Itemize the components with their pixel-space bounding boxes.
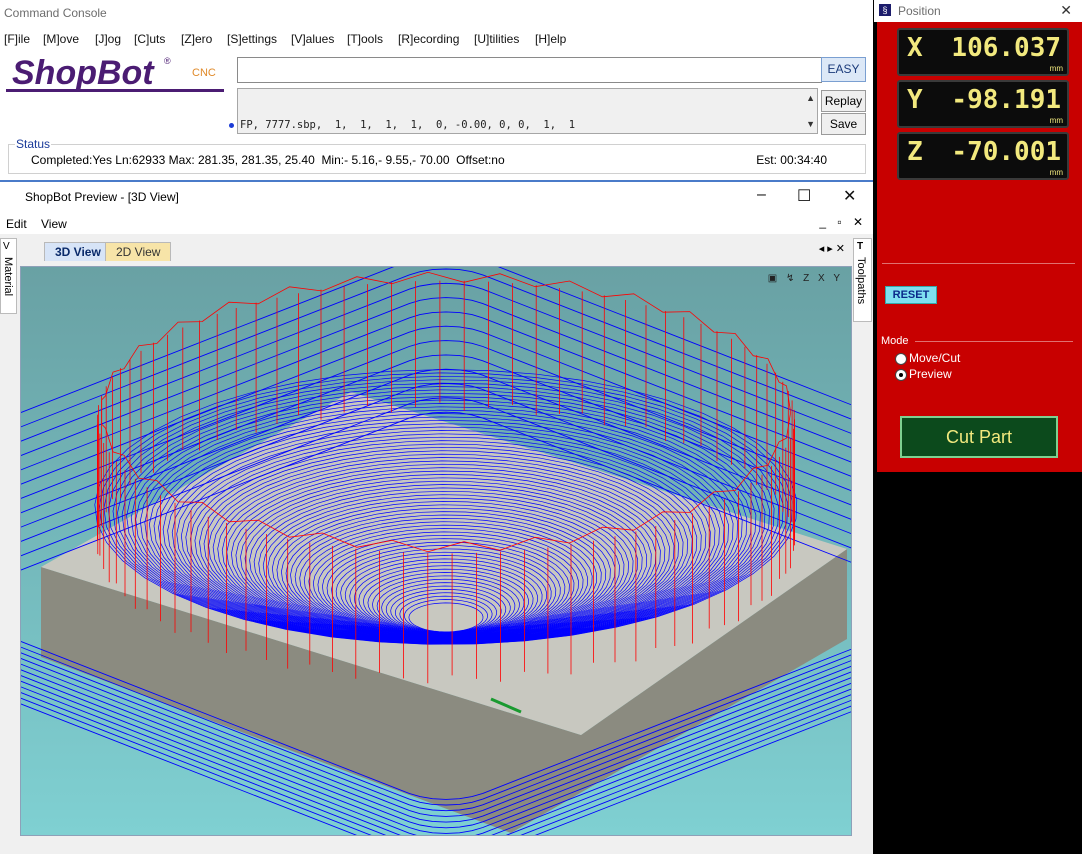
mdi-controls-icon[interactable]: _ ▫ ✕ (819, 215, 867, 229)
status-label: Status (15, 137, 52, 151)
mode-label: Mode (881, 335, 909, 347)
preview-title: ShopBot Preview - [3D View] (25, 190, 179, 204)
command-history[interactable]: FP, 7777.sbp, 1, 1, 1, 1, 0, -0.00, 0, 0… (229, 88, 818, 134)
material-label: Material (2, 257, 14, 297)
menu-edit[interactable]: Edit (6, 217, 27, 231)
tab-2d-view[interactable]: 2D View (105, 242, 172, 261)
position-title: Position (898, 4, 941, 18)
preview-titlebar: ShopBot Preview - [3D View] – ☐ ✕ (0, 182, 873, 212)
logo-registered-mark: ® (164, 56, 171, 66)
mode-move-cut-label[interactable]: Move/Cut (909, 351, 960, 365)
menu-values[interactable]: [V]alues (291, 32, 334, 46)
close-icon[interactable]: ✕ (1060, 2, 1072, 19)
logo-wordmark: ShopBot (12, 54, 155, 92)
menu-move[interactable]: [M]ove (43, 32, 79, 46)
z-readout: Z -70.001 mm (897, 132, 1069, 180)
close-icon[interactable]: ✕ (843, 186, 856, 206)
view-toolbar-icons[interactable]: ▣ ↯ Z X Y (768, 273, 843, 284)
shopbot-logo: ShopBot ® CNC (6, 52, 228, 98)
mode-group-line (915, 341, 1073, 342)
console-title: Command Console (4, 6, 107, 20)
position-panel: X 106.037 mm Y -98.191 mm Z -70.001 mm R… (877, 22, 1082, 472)
easy-button[interactable]: EASY (821, 57, 866, 82)
preview-menubar: Edit View _ ▫ ✕ (0, 212, 873, 234)
menu-recording[interactable]: [R]ecording (398, 32, 459, 46)
x-readout: X 106.037 mm (897, 28, 1069, 76)
material-panel-tab[interactable]: V Material (0, 238, 17, 314)
status-text: Completed:Yes Ln:62933 Max: 281.35, 281.… (31, 153, 505, 167)
scroll-up-icon[interactable]: ▲ (806, 93, 815, 103)
history-line: FP, 7777.sbp, 1, 1, 1, 1, 0, -0.00, 0, 0… (240, 119, 576, 131)
y-value: -98.191 (951, 85, 1061, 115)
mode-move-cut-radio[interactable] (895, 353, 907, 365)
maximize-icon[interactable]: ☐ (797, 186, 811, 206)
menu-settings[interactable]: [S]ettings (227, 32, 277, 46)
save-button[interactable]: Save (821, 113, 866, 135)
reset-button[interactable]: RESET (885, 286, 937, 304)
mode-preview-radio[interactable] (895, 369, 907, 381)
menu-file[interactable]: [F]ile (4, 32, 30, 46)
x-axis-label: X (907, 33, 923, 63)
app-icon: § (879, 4, 891, 16)
menu-utilities[interactable]: [U]tilities (474, 32, 519, 46)
z-unit: mm (1049, 168, 1063, 177)
tab-3d-view[interactable]: 3D View (44, 242, 112, 261)
position-titlebar: § Position ✕ (874, 0, 1082, 22)
command-input[interactable] (237, 57, 822, 83)
view-tabs: 3D View 2D View ◂▸✕ (20, 238, 852, 261)
cut-part-button[interactable]: Cut Part (900, 416, 1058, 458)
position-empty-area (877, 472, 1082, 854)
command-console-window: Command Console [F]ile [M]ove [J]og [C]u… (0, 0, 873, 180)
menu-zero[interactable]: [Z]ero (181, 32, 212, 46)
panel-divider (882, 263, 1075, 264)
logo-cnc: CNC (192, 67, 216, 79)
history-bullet (229, 123, 234, 128)
logo-underline (6, 89, 224, 92)
y-unit: mm (1049, 116, 1063, 125)
menu-cuts[interactable]: [C]uts (134, 32, 165, 46)
mode-preview-label[interactable]: Preview (909, 367, 952, 381)
menu-help[interactable]: [H]elp (535, 32, 566, 46)
toolpaths-panel-tab[interactable]: T Toolpaths (853, 238, 872, 322)
toolpaths-icon: T (857, 241, 864, 252)
preview-window: ShopBot Preview - [3D View] – ☐ ✕ Edit V… (0, 182, 873, 854)
x-value: 106.037 (951, 33, 1061, 63)
3d-viewport[interactable]: ▣ ↯ Z X Y (20, 266, 852, 836)
console-menubar: [F]ile [M]ove [J]og [C]uts [Z]ero [S]ett… (0, 30, 873, 48)
estimated-time: Est: 00:34:40 (756, 153, 827, 167)
material-icon: V (3, 241, 10, 252)
toolpath-render (21, 267, 851, 835)
tab-nav-icon[interactable]: ◂▸✕ (819, 242, 848, 255)
z-value: -70.001 (951, 137, 1061, 167)
x-unit: mm (1049, 64, 1063, 73)
menu-jog[interactable]: [J]og (95, 32, 121, 46)
menu-view[interactable]: View (41, 217, 67, 231)
minimize-icon[interactable]: – (757, 186, 766, 204)
replay-button[interactable]: Replay (821, 90, 866, 112)
y-readout: Y -98.191 mm (897, 80, 1069, 128)
z-axis-label: Z (907, 137, 923, 167)
scroll-down-icon[interactable]: ▼ (806, 119, 815, 129)
status-group: Completed:Yes Ln:62933 Max: 281.35, 281.… (8, 144, 866, 174)
menu-tools[interactable]: [T]ools (347, 32, 383, 46)
y-axis-label: Y (907, 85, 923, 115)
toolpaths-label: Toolpaths (855, 257, 867, 305)
